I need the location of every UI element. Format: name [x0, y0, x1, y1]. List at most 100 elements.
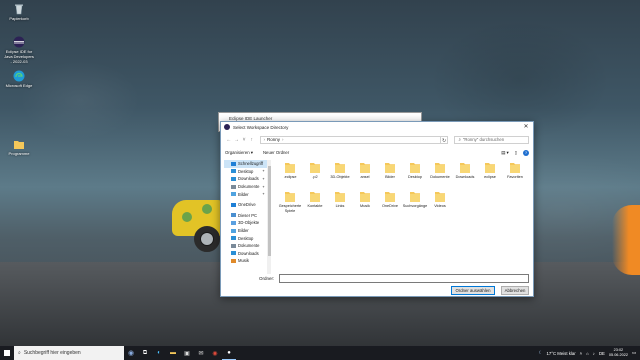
search-icon: ⌕ [458, 137, 461, 142]
sidebar-item-label: Dokumente [238, 184, 260, 190]
sidebar-item[interactable]: Bilder ✦ [224, 190, 267, 198]
file-item[interactable]: Links [327, 189, 353, 209]
taskbar-search-placeholder: Suchbegriff hier eingeben [23, 350, 81, 356]
chrome-icon[interactable]: ◉ [208, 346, 222, 360]
dialog-title: Select Workspace Directory [233, 124, 289, 130]
mail-icon[interactable]: ✉ [194, 346, 208, 360]
sidebar-item[interactable]: Dokumente [224, 242, 267, 250]
sidebar-item-label: Dokumente [238, 243, 260, 249]
file-item[interactable]: Dokumente [427, 160, 453, 180]
sidebar-item[interactable]: Dieser PC [224, 212, 267, 220]
file-item[interactable]: Videos [427, 189, 453, 209]
eclipse-taskbar-icon[interactable]: ● [222, 346, 236, 360]
volume-icon[interactable]: ♪ [593, 351, 595, 356]
pin-icon: ✦ [261, 176, 265, 181]
organize-button[interactable]: Organisieren ▾ [225, 150, 253, 156]
preview-pane-icon[interactable]: ▯ [515, 150, 517, 156]
file-item[interactable]: Kontakte [302, 189, 328, 209]
chevron-down-icon[interactable]: ˅ [240, 136, 248, 144]
wallpaper-accent [612, 205, 640, 275]
file-item-label: Videos [434, 204, 446, 208]
search-input[interactable]: ⌕ "Ronny" durchsuchen [454, 135, 530, 144]
edge-taskbar-icon[interactable]: ◐ [152, 346, 166, 360]
back-arrow-icon[interactable]: ← [225, 136, 233, 144]
forward-arrow-icon[interactable]: → [233, 136, 241, 144]
sidebar-item[interactable]: OneDrive [224, 201, 267, 209]
desktop-icon-programme[interactable]: Programme [4, 138, 34, 156]
links-folder-icon [334, 189, 346, 203]
file-item[interactable]: ansel [352, 160, 378, 180]
weather-text[interactable]: 17°C Meist klar [546, 351, 575, 356]
onedrive-folder-icon [384, 189, 396, 203]
help-icon[interactable]: ? [523, 149, 529, 156]
sidebar-item[interactable]: Downloads [224, 250, 267, 258]
folder-icon [359, 160, 371, 174]
sidebar-item[interactable]: Desktop ✦ [224, 168, 267, 176]
address-bar-row: ← → ˅ ↑ › Ronny › ↻ ⌕ "Ronny" durchsuche… [225, 135, 530, 144]
file-item[interactable]: OneDrive [377, 189, 403, 209]
taskbar-search-input[interactable]: ⌕ Suchbegriff hier eingeben [14, 346, 124, 360]
breadcrumb[interactable]: Ronny [267, 137, 280, 142]
desktop-icon-eclipse[interactable]: Eclipse IDE for Java Developers - 2022-0… [4, 36, 34, 64]
file-item[interactable]: Favoriten [502, 160, 528, 180]
file-item[interactable]: Musik [352, 189, 378, 209]
navigation-pane[interactable]: Schnellzugriff Desktop ✦ Downloads ✦ Dokument… [224, 160, 268, 274]
sidebar-item[interactable]: Downloads ✦ [224, 175, 267, 183]
new-folder-button[interactable]: Neuer Ordner [263, 150, 289, 155]
folder-input[interactable] [279, 274, 529, 283]
pictures-icon [231, 228, 236, 233]
contacts-folder-icon [309, 189, 321, 203]
address-bar[interactable]: › Ronny › [259, 135, 441, 144]
file-item[interactable]: Downloads [452, 160, 478, 180]
clock[interactable]: 23:02 05.06.2022 [609, 348, 628, 358]
folder-icon [284, 160, 296, 174]
file-explorer-icon[interactable]: ▬ [166, 346, 180, 360]
cortana-icon[interactable]: ◉ [124, 346, 138, 360]
desktop-icon-recycle-bin[interactable]: Papierkorb [4, 3, 34, 21]
cancel-button[interactable]: Abbrechen [501, 286, 529, 295]
chevron-right-icon: › [263, 137, 266, 142]
refresh-icon[interactable]: ↻ [440, 135, 449, 144]
file-item[interactable]: Bilder [377, 160, 403, 180]
download-icon [231, 251, 236, 256]
edge-icon [13, 70, 25, 82]
desktop-folder-icon [409, 160, 421, 174]
3d-objects-folder-icon [334, 160, 346, 174]
desktop-icon-edge[interactable]: Microsoft Edge [4, 70, 34, 88]
file-item[interactable]: .p2 [302, 160, 328, 180]
sidebar-item[interactable]: Musik [224, 257, 267, 265]
chevron-up-icon[interactable]: ˄ [580, 351, 583, 356]
sidebar-item[interactable]: 3D-Objekte [224, 219, 267, 227]
file-item-label: OneDrive [381, 204, 399, 208]
file-item[interactable]: .eclipse [277, 160, 303, 180]
select-folder-button[interactable]: Ordner auswählen [451, 286, 495, 295]
task-view-icon[interactable]: ⧉ [138, 346, 152, 360]
sidebar-item[interactable]: Desktop [224, 234, 267, 242]
file-item-label: Bilder [385, 175, 395, 179]
sidebar-item[interactable]: Schnellzugriff [224, 160, 267, 168]
file-list[interactable]: .eclipse .p2 3D-Objekte ansel Bilder Desktop D… [277, 160, 527, 270]
language-indicator[interactable]: DE [599, 351, 605, 356]
star-icon [231, 161, 236, 166]
folder-icon [13, 138, 25, 150]
sidebar-item[interactable]: Dokumente ✦ [224, 183, 267, 191]
start-button[interactable] [0, 346, 14, 360]
desktop-icon-label: Microsoft Edge [5, 83, 33, 88]
navigation-scrollbar[interactable] [267, 160, 271, 274]
file-item[interactable]: Suchvorgänge [402, 189, 428, 209]
file-item[interactable]: 3D-Objekte [327, 160, 353, 180]
sidebar-item[interactable]: Bilder [224, 227, 267, 235]
file-item[interactable]: eclipse [477, 160, 503, 180]
sidebar-item-label: Desktop [238, 168, 254, 174]
documents-icon [231, 243, 236, 248]
close-button[interactable]: ✕ [521, 123, 531, 131]
file-item[interactable]: Gespeicherte Spiele [277, 189, 303, 213]
store-icon[interactable]: ▣ [180, 346, 194, 360]
select-workspace-dialog[interactable]: Select Workspace Directory ✕ ← → ˅ ↑ › R… [220, 121, 534, 297]
file-item[interactable]: Desktop [402, 160, 428, 180]
notifications-icon[interactable]: ▭ [632, 350, 636, 356]
network-icon[interactable]: ⌂ [586, 351, 589, 356]
up-arrow-icon[interactable]: ↑ [248, 136, 256, 144]
weather-icon[interactable]: ☾ [539, 350, 543, 356]
view-options-icon[interactable]: ▤ ▾ [501, 150, 508, 156]
